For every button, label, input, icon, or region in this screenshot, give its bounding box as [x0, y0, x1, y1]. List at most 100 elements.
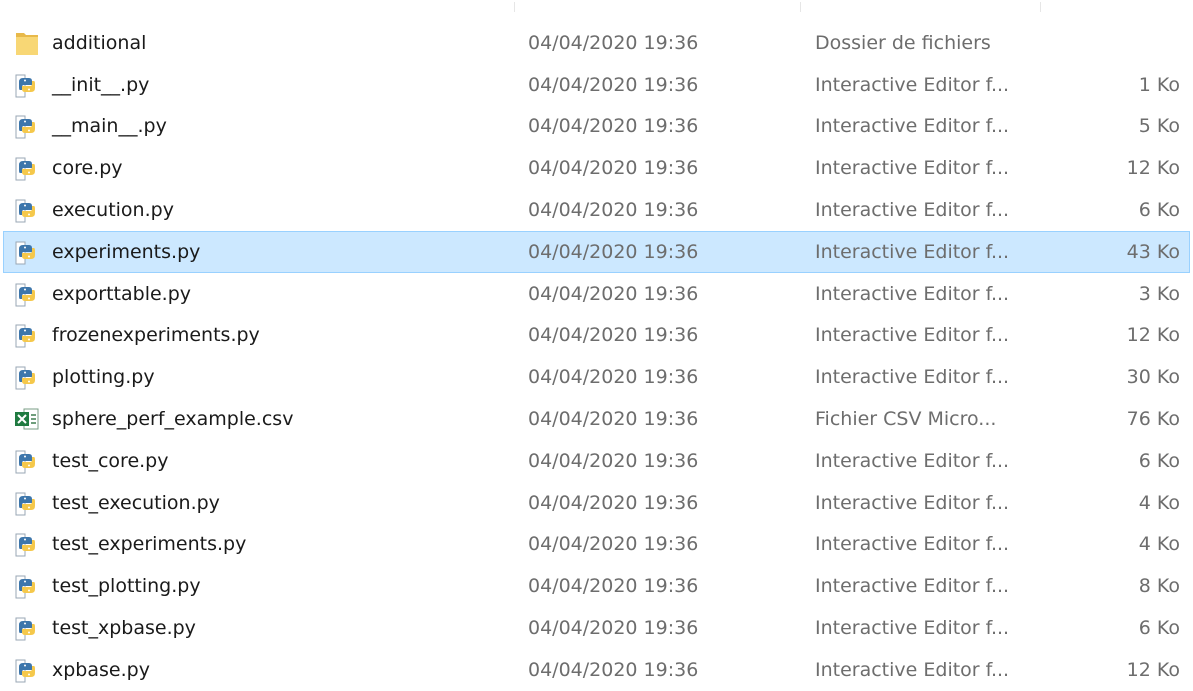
file-name: test_plotting.py [52, 575, 201, 598]
file-row[interactable]: test_plotting.py 04/04/2020 19:36 Intera… [0, 565, 1193, 607]
file-name: experiments.py [52, 240, 201, 263]
python-file-icon [13, 238, 41, 266]
file-name: core.py [52, 157, 123, 180]
file-list: additional 04/04/2020 19:36 Dossier de f… [0, 22, 1193, 691]
file-type: Interactive Editor f... [815, 282, 1010, 305]
file-name-cell: xpbase.py [13, 650, 150, 690]
file-size: 4 Ko [1138, 491, 1180, 514]
file-row[interactable]: core.py 04/04/2020 19:36 Interactive Edi… [0, 147, 1193, 189]
file-name-cell: additional [13, 23, 146, 63]
file-name: frozenexperiments.py [52, 324, 260, 347]
python-file-icon [13, 321, 41, 349]
file-type: Interactive Editor f... [815, 115, 1010, 138]
python-file-icon [13, 71, 41, 99]
file-size: 30 Ko [1126, 366, 1180, 389]
file-date: 04/04/2020 19:36 [528, 73, 699, 96]
file-size: 12 Ko [1126, 658, 1180, 681]
file-date: 04/04/2020 19:36 [528, 324, 699, 347]
file-row[interactable]: test_experiments.py 04/04/2020 19:36 Int… [0, 524, 1193, 566]
file-date: 04/04/2020 19:36 [528, 617, 699, 640]
file-name: test_experiments.py [52, 533, 247, 556]
file-name-cell: test_xpbase.py [13, 608, 196, 648]
file-row-selected[interactable]: experiments.py 04/04/2020 19:36 Interact… [3, 230, 1190, 273]
file-name: __main__.py [52, 115, 167, 138]
file-name: execution.py [52, 199, 174, 222]
file-type: Interactive Editor f... [815, 575, 1010, 598]
file-name-cell: plotting.py [13, 357, 155, 397]
file-date: 04/04/2020 19:36 [528, 533, 699, 556]
file-size: 8 Ko [1138, 575, 1180, 598]
file-size: 6 Ko [1138, 449, 1180, 472]
file-row[interactable]: test_xpbase.py 04/04/2020 19:36 Interact… [0, 607, 1193, 649]
file-row[interactable]: xpbase.py 04/04/2020 19:36 Interactive E… [0, 649, 1193, 691]
file-name-cell: test_plotting.py [13, 566, 201, 606]
file-type: Interactive Editor f... [815, 199, 1010, 222]
python-file-icon [13, 112, 41, 140]
file-type: Interactive Editor f... [815, 449, 1010, 472]
python-file-icon [13, 656, 41, 684]
file-type: Fichier CSV Micro... [815, 408, 997, 431]
file-size: 6 Ko [1138, 617, 1180, 640]
file-size: 3 Ko [1138, 282, 1180, 305]
file-type: Interactive Editor f... [815, 533, 1010, 556]
file-date: 04/04/2020 19:36 [528, 31, 699, 54]
column-divider[interactable] [800, 2, 801, 12]
file-name: plotting.py [52, 366, 155, 389]
file-date: 04/04/2020 19:36 [528, 366, 699, 389]
file-row[interactable]: test_core.py 04/04/2020 19:36 Interactiv… [0, 440, 1193, 482]
file-row[interactable]: plotting.py 04/04/2020 19:36 Interactive… [0, 356, 1193, 398]
file-name-cell: test_experiments.py [13, 525, 246, 565]
file-date: 04/04/2020 19:36 [528, 240, 699, 263]
file-type: Dossier de fichiers [815, 31, 991, 54]
file-row[interactable]: additional 04/04/2020 19:36 Dossier de f… [0, 22, 1193, 64]
excel-csv-icon [13, 405, 41, 433]
file-date: 04/04/2020 19:36 [528, 491, 699, 514]
python-file-icon [13, 363, 41, 391]
file-row[interactable]: execution.py 04/04/2020 19:36 Interactiv… [0, 189, 1193, 231]
file-row[interactable]: test_execution.py 04/04/2020 19:36 Inter… [0, 482, 1193, 524]
file-size: 43 Ko [1126, 240, 1180, 263]
python-file-icon [13, 154, 41, 182]
file-date: 04/04/2020 19:36 [528, 115, 699, 138]
file-date: 04/04/2020 19:36 [528, 658, 699, 681]
file-row[interactable]: frozenexperiments.py 04/04/2020 19:36 In… [0, 315, 1193, 357]
file-row[interactable]: exporttable.py 04/04/2020 19:36 Interact… [0, 273, 1193, 315]
file-name: exporttable.py [52, 282, 192, 305]
file-type: Interactive Editor f... [815, 658, 1010, 681]
file-name-cell: test_core.py [13, 441, 169, 481]
file-name: additional [52, 31, 147, 54]
file-type: Interactive Editor f... [815, 324, 1010, 347]
file-name-cell: core.py [13, 148, 123, 188]
file-name-cell: __main__.py [13, 107, 167, 147]
python-file-icon [13, 614, 41, 642]
file-name-cell: experiments.py [13, 232, 200, 272]
file-name: sphere_perf_example.csv [52, 408, 294, 431]
file-name: xpbase.py [52, 658, 150, 681]
file-name: test_core.py [52, 449, 169, 472]
file-name-cell: execution.py [13, 190, 174, 230]
file-type: Interactive Editor f... [815, 157, 1010, 180]
file-type: Interactive Editor f... [815, 240, 1010, 263]
file-size: 76 Ko [1126, 408, 1180, 431]
python-file-icon [13, 196, 41, 224]
file-name-cell: sphere_perf_example.csv [13, 399, 293, 439]
file-date: 04/04/2020 19:36 [528, 449, 699, 472]
file-name: test_xpbase.py [52, 617, 196, 640]
python-file-icon [13, 530, 41, 558]
column-header-dividers [0, 0, 1193, 18]
file-date: 04/04/2020 19:36 [528, 157, 699, 180]
file-row[interactable]: __main__.py 04/04/2020 19:36 Interactive… [0, 106, 1193, 148]
column-divider[interactable] [1040, 2, 1041, 12]
file-name-cell: exporttable.py [13, 274, 191, 314]
file-name: __init__.py [52, 73, 150, 96]
file-size [1060, 23, 1180, 63]
file-date: 04/04/2020 19:36 [528, 282, 699, 305]
file-type: Interactive Editor f... [815, 73, 1010, 96]
file-size: 5 Ko [1138, 115, 1180, 138]
file-name-cell: frozenexperiments.py [13, 316, 260, 356]
file-size: 1 Ko [1138, 73, 1180, 96]
file-row[interactable]: sphere_perf_example.csv 04/04/2020 19:36… [0, 398, 1193, 440]
file-row[interactable]: __init__.py 04/04/2020 19:36 Interactive… [0, 64, 1193, 106]
file-size: 6 Ko [1138, 199, 1180, 222]
column-divider[interactable] [514, 2, 515, 12]
